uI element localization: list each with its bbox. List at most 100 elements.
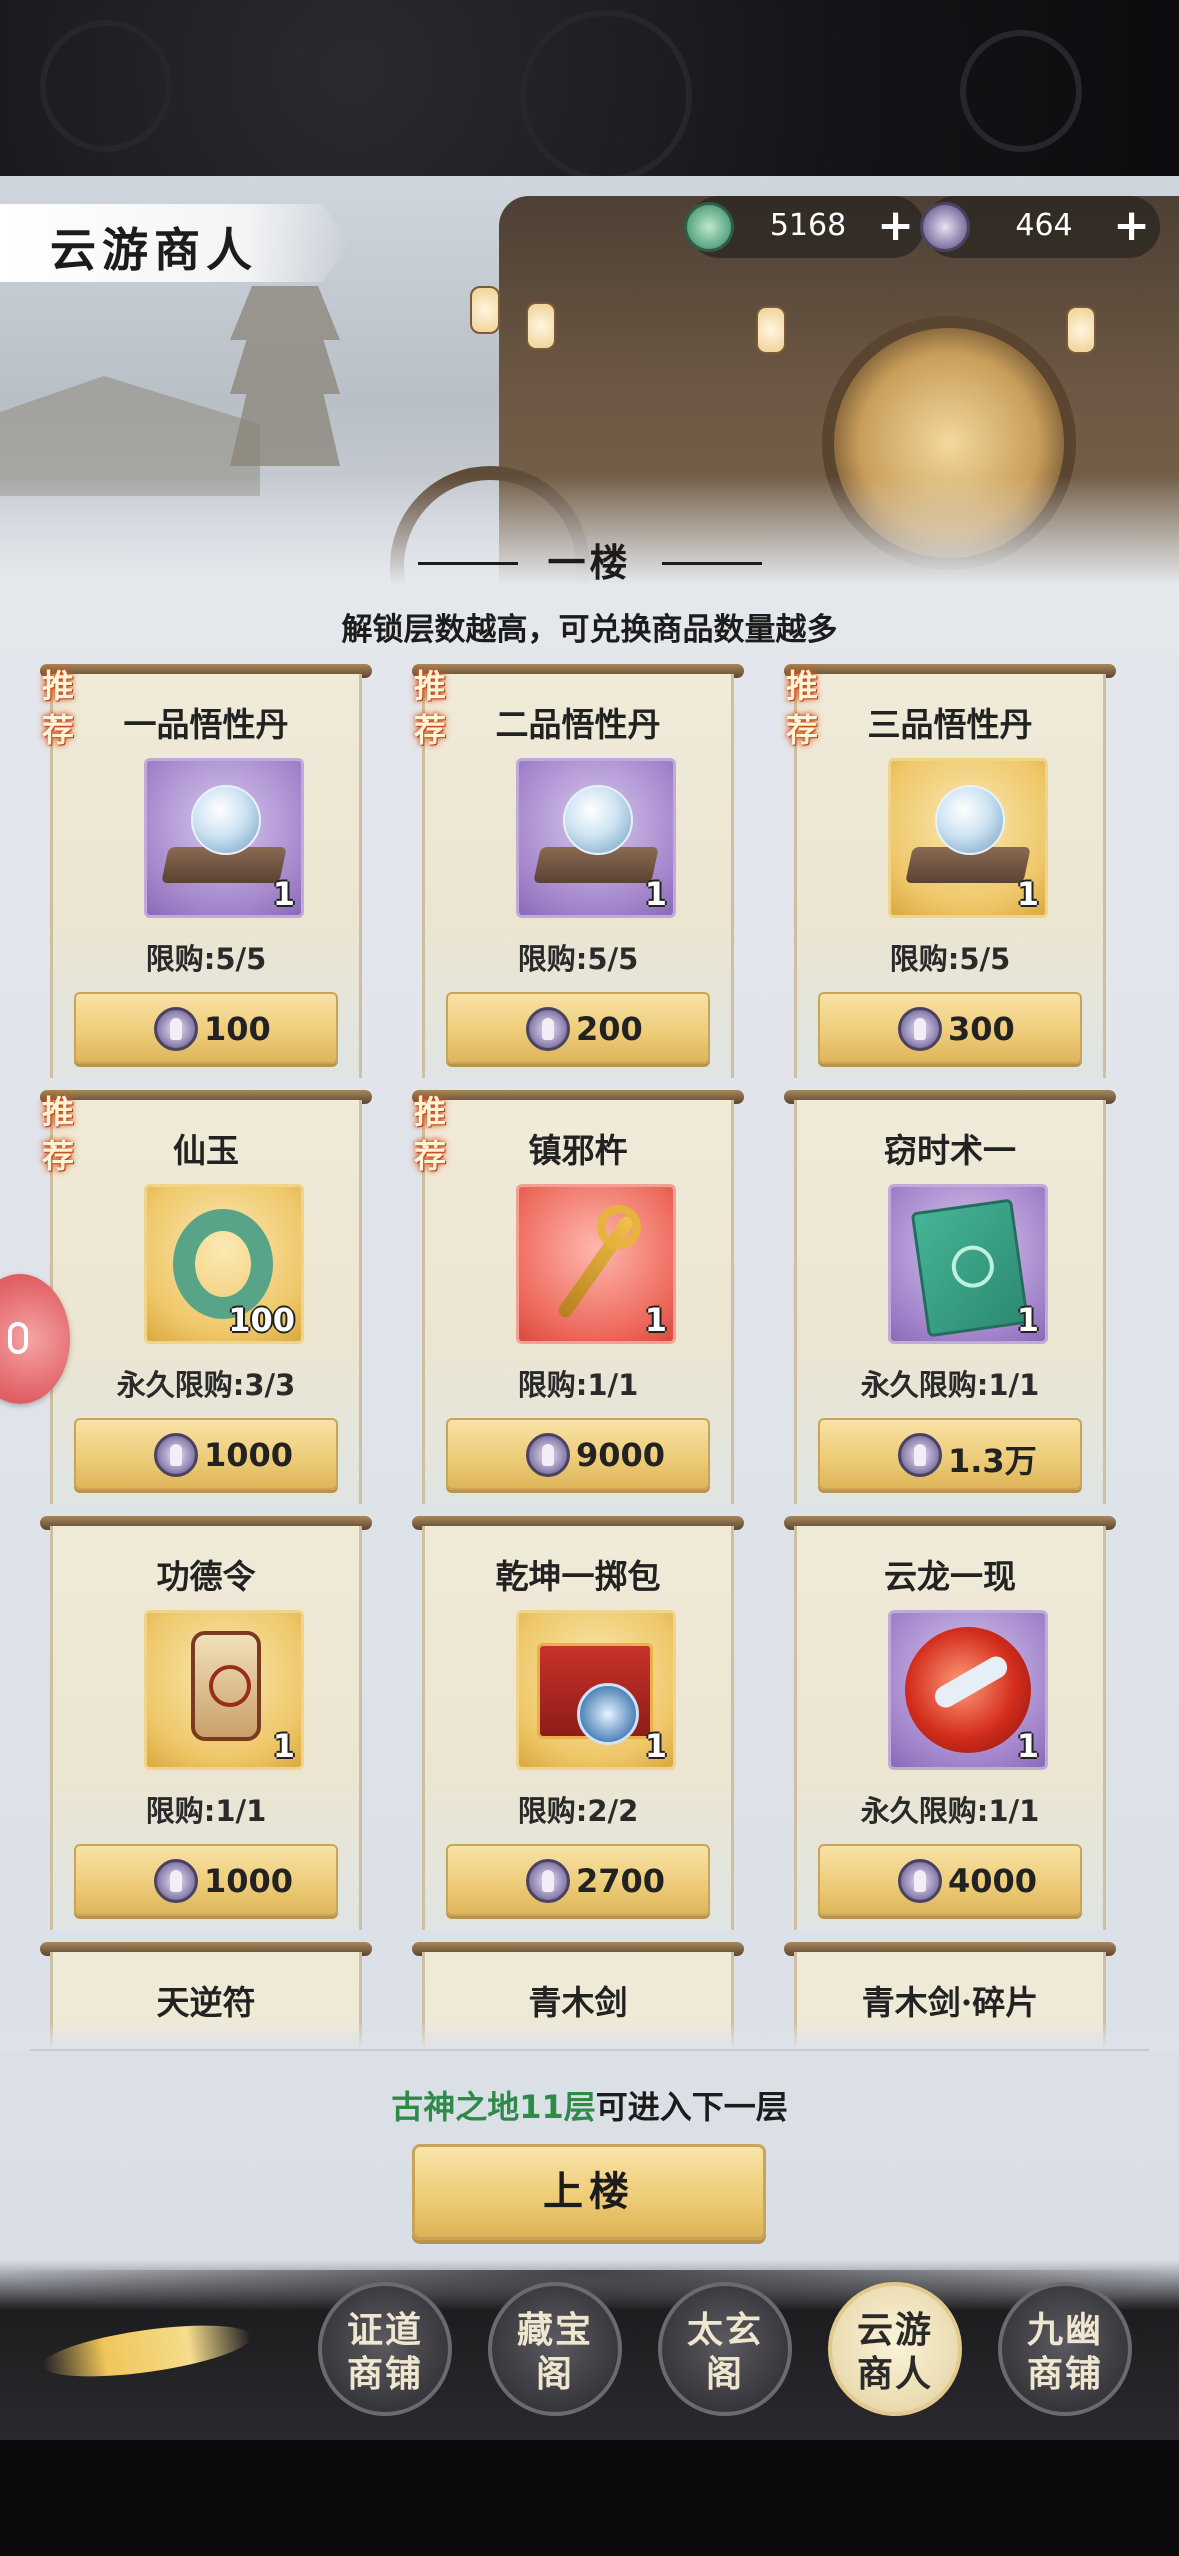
item-icon[interactable]: 1 bbox=[888, 1184, 1048, 1344]
item-grid: 推荐一品悟性丹 1 限购:5/5 100 推荐二品悟性丹 1 限购:5/5 200 推荐三品悟性… bbox=[0, 664, 1179, 2047]
item-name: 窃时术一 bbox=[884, 1131, 1016, 1170]
item-name: 乾坤一掷包 bbox=[495, 1557, 661, 1596]
item-quantity: 1 bbox=[272, 875, 295, 913]
add-jade-button[interactable]: + bbox=[877, 200, 914, 251]
shop-item-card[interactable]: 功德令 1 限购:1/1 1000 bbox=[40, 1516, 372, 1930]
page-title: 云游商人 bbox=[50, 223, 258, 277]
item-quantity: 1 bbox=[644, 875, 667, 913]
jade-icon bbox=[684, 202, 734, 252]
purchase-limit: 限购:1/1 bbox=[145, 1794, 267, 1828]
buy-button[interactable]: 100 bbox=[74, 992, 338, 1064]
item-name: 一品悟性丹 bbox=[123, 705, 289, 744]
nav-label-line1: 证道 bbox=[346, 2309, 423, 2351]
buy-button[interactable]: 1000 bbox=[74, 1418, 338, 1490]
price-value: 1.3万 bbox=[948, 1442, 1037, 1480]
coin-icon bbox=[898, 1433, 942, 1477]
top-decoration bbox=[0, 0, 1179, 182]
purchase-limit: 限购:5/5 bbox=[517, 942, 639, 976]
item-name: 仙玉 bbox=[173, 1131, 239, 1170]
shop-item-card[interactable]: 窃时术一 1 永久限购:1/1 1.3万 bbox=[784, 1090, 1116, 1504]
coin-icon bbox=[898, 1007, 942, 1051]
shop-item-card[interactable]: 推荐 三品悟性丹 1 限购:5/5 300 bbox=[784, 664, 1116, 1078]
unlock-requirement: 古神之地11层 bbox=[391, 2088, 596, 2126]
nav-tab[interactable]: 藏宝阁 bbox=[488, 2282, 622, 2416]
item-name: 天逆符 bbox=[156, 1983, 256, 2022]
buy-button[interactable]: 300 bbox=[818, 992, 1082, 1064]
nav-label-line2: 商人 bbox=[856, 2353, 933, 2395]
shop-item-card[interactable]: 乾坤一掷包 1 限购:2/2 2700 bbox=[412, 1516, 744, 1930]
nav-tab-label: 藏宝阁 bbox=[492, 2308, 618, 2396]
item-name: 功德令 bbox=[156, 1557, 256, 1596]
shop-item-card[interactable]: 推荐 镇邪杵 1 限购:1/1 9000 bbox=[412, 1090, 744, 1504]
recommended-badge: 推荐 bbox=[785, 667, 818, 749]
buy-button[interactable]: 2700 bbox=[446, 1844, 710, 1916]
recommended-badge: 推荐 bbox=[413, 1093, 446, 1175]
gamepad-icon bbox=[8, 1322, 28, 1354]
shop-item-card[interactable]: 推荐 一品悟性丹 1 限购:5/5 100 bbox=[40, 664, 372, 1078]
coin-icon bbox=[526, 1433, 570, 1477]
nav-tab[interactable]: 证道 商铺 bbox=[318, 2282, 452, 2416]
bottom-band bbox=[0, 2440, 1179, 2556]
buy-button[interactable]: 1000 bbox=[74, 1844, 338, 1916]
price-value: 100 bbox=[204, 1010, 271, 1048]
item-icon[interactable]: 1 bbox=[516, 1184, 676, 1344]
item-quantity: 1 bbox=[644, 1301, 667, 1339]
nav-label-line1: 九幽 bbox=[1026, 2309, 1103, 2351]
item-quantity: 100 bbox=[228, 1301, 295, 1339]
shop-item-card[interactable]: 推荐 二品悟性丹 1 限购:5/5 200 bbox=[412, 664, 744, 1078]
coin-icon bbox=[526, 1859, 570, 1903]
currency-coin: 464 + bbox=[920, 196, 1160, 258]
go-upstairs-button[interactable]: 上楼 bbox=[412, 2144, 766, 2240]
item-icon[interactable]: 1 bbox=[144, 1610, 304, 1770]
purchase-limit: 限购:2/2 bbox=[517, 1794, 639, 1828]
nav-tab-label: 证道 商铺 bbox=[322, 2308, 448, 2396]
nav-tab[interactable]: 云游 商人 bbox=[828, 2282, 962, 2416]
item-quantity: 1 bbox=[644, 1727, 667, 1765]
item-name: 青木剑·碎片 bbox=[861, 1983, 1039, 2022]
item-icon[interactable]: 1 bbox=[144, 758, 304, 918]
item-quantity: 1 bbox=[1016, 1727, 1039, 1765]
price-value: 1000 bbox=[204, 1436, 294, 1474]
nav-tab[interactable]: 太玄阁 bbox=[658, 2282, 792, 2416]
currency-jade: 5168 + bbox=[684, 196, 924, 258]
shop-panel: 云游商人 5168 + 464 + 一楼 解锁层数越高，可兑换商品数量越多 推荐… bbox=[0, 176, 1179, 2456]
buy-button[interactable]: 9000 bbox=[446, 1418, 710, 1490]
shop-item-card[interactable]: 推荐 仙玉 100 永久限购:3/3 1000 bbox=[40, 1090, 372, 1504]
buy-button[interactable]: 4000 bbox=[818, 1844, 1082, 1916]
price-value: 2700 bbox=[576, 1862, 666, 1900]
price-value: 1000 bbox=[204, 1862, 294, 1900]
purchase-limit: 限购:5/5 bbox=[145, 942, 267, 976]
price-value: 4000 bbox=[948, 1862, 1038, 1900]
item-quantity: 1 bbox=[272, 1727, 295, 1765]
nav-label-line1: 太玄 bbox=[686, 2309, 763, 2351]
recommended-badge: 推荐 bbox=[41, 667, 74, 749]
item-icon[interactable]: 1 bbox=[516, 758, 676, 918]
item-name: 二品悟性丹 bbox=[495, 705, 661, 744]
nav-label-line2: 阁 bbox=[705, 2353, 744, 2395]
add-coin-button[interactable]: + bbox=[1113, 200, 1150, 251]
price-value: 200 bbox=[576, 1010, 643, 1048]
buy-button[interactable]: 1.3万 bbox=[818, 1418, 1082, 1490]
coin-amount: 464 bbox=[1015, 208, 1073, 243]
price-value: 9000 bbox=[576, 1436, 666, 1474]
buy-button[interactable]: 200 bbox=[446, 992, 710, 1064]
coin-icon bbox=[920, 202, 970, 252]
nav-label-line2: 阁 bbox=[535, 2353, 574, 2395]
nav-tab[interactable]: 九幽 商铺 bbox=[998, 2282, 1132, 2416]
item-icon[interactable]: 1 bbox=[888, 1610, 1048, 1770]
floor-title: 一楼 bbox=[547, 540, 632, 585]
jade-amount: 5168 bbox=[769, 208, 847, 243]
item-icon[interactable]: 100 bbox=[144, 1184, 304, 1344]
item-icon[interactable]: 1 bbox=[888, 758, 1048, 918]
shop-item-card[interactable]: 云龙一现 1 永久限购:1/1 4000 bbox=[784, 1516, 1116, 1930]
nav-label-line2: 商铺 bbox=[1026, 2353, 1103, 2395]
unlock-text: 可进入下一层 bbox=[595, 2088, 788, 2126]
coin-icon bbox=[526, 1007, 570, 1051]
nav-tab-label: 云游 商人 bbox=[832, 2308, 958, 2396]
purchase-limit: 永久限购:3/3 bbox=[116, 1368, 296, 1402]
item-name: 青木剑 bbox=[528, 1983, 628, 2022]
nav-tab-label: 九幽 商铺 bbox=[1002, 2308, 1128, 2396]
item-icon[interactable]: 1 bbox=[516, 1610, 676, 1770]
recommended-badge: 推荐 bbox=[413, 667, 446, 749]
coin-icon bbox=[154, 1007, 198, 1051]
